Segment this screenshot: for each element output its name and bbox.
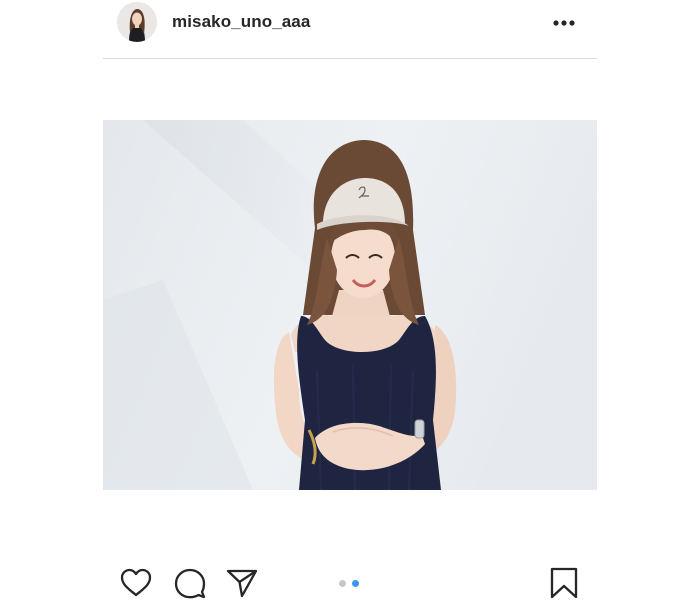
more-options-icon[interactable] xyxy=(551,13,577,33)
post-header: misako_uno_aaa xyxy=(103,0,597,59)
comment-icon[interactable] xyxy=(173,566,207,600)
action-bar xyxy=(103,560,597,600)
carousel-dot xyxy=(339,580,346,587)
paper-plane-icon[interactable] xyxy=(225,566,259,600)
avatar[interactable] xyxy=(117,2,157,42)
carousel-dot-active xyxy=(352,580,359,587)
username[interactable]: misako_uno_aaa xyxy=(172,12,310,32)
post-photo[interactable] xyxy=(103,120,597,490)
heart-icon[interactable] xyxy=(119,566,153,600)
instagram-post: misako_uno_aaa xyxy=(0,0,700,600)
bookmark-icon[interactable] xyxy=(547,566,581,600)
